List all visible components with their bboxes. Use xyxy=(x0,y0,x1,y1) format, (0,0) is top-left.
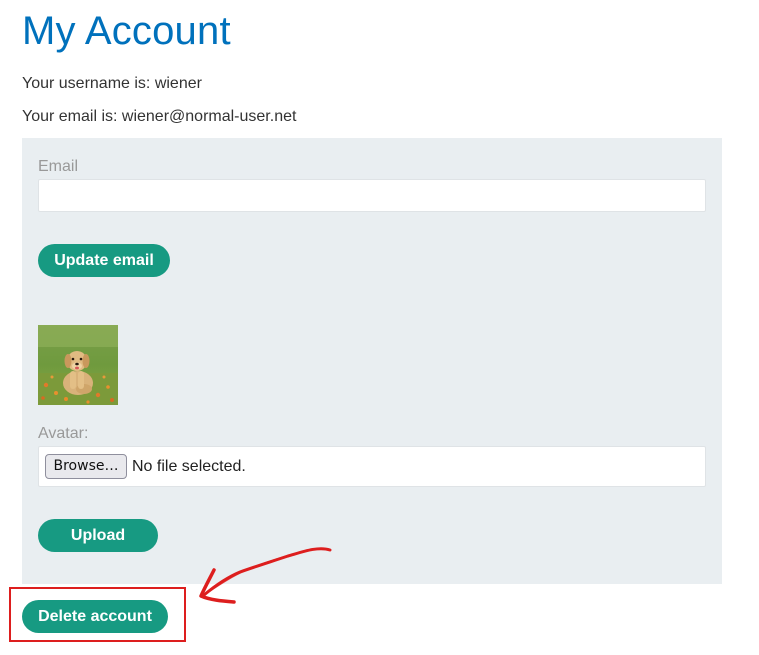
email-field[interactable] xyxy=(38,179,706,212)
delete-account-button[interactable]: Delete account xyxy=(22,600,168,633)
file-status-text: No file selected. xyxy=(132,458,246,475)
avatar-label: Avatar: xyxy=(38,425,89,442)
page-title: My Account xyxy=(22,9,231,53)
avatar-file-input[interactable]: Browse… No file selected. xyxy=(38,446,706,487)
red-arrow-annotation-icon xyxy=(199,547,332,604)
account-form-panel: Email Update email Avatar: Browse… No fi… xyxy=(22,138,722,584)
email-label: Email xyxy=(38,158,79,175)
email-text: Your email is: wiener@normal-user.net xyxy=(22,108,297,125)
username-text: Your username is: wiener xyxy=(22,75,202,92)
avatar-image xyxy=(38,325,118,405)
upload-button[interactable]: Upload xyxy=(38,519,158,552)
browse-button[interactable]: Browse… xyxy=(45,454,127,479)
update-email-button[interactable]: Update email xyxy=(38,244,170,277)
